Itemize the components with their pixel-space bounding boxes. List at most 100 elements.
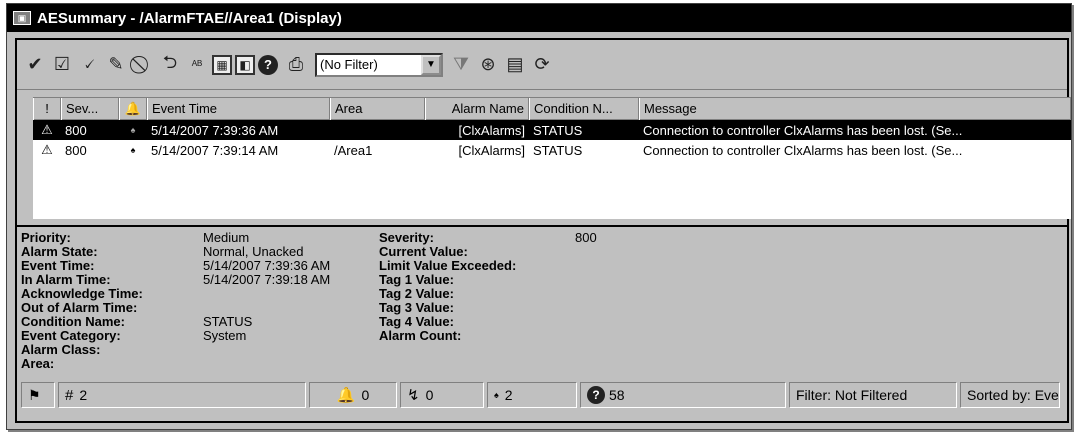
suppress-icon[interactable]: ⃠ [131,53,155,77]
col-header-area[interactable]: Area [330,98,425,120]
col-header-message[interactable]: Message [639,98,1071,120]
details-left-labels: Priority: Alarm State: Event Time: In Al… [21,231,143,371]
area-cell: /Area1 [334,142,373,158]
table-row[interactable]: ⚠ 800 ♠ 5/14/2007 7:39:36 AM [ClxAlarms]… [33,120,1071,140]
col-header-condition[interactable]: Condition N... [529,98,639,120]
warning-icon: ⚠ [41,142,53,157]
detail-value: STATUS [203,314,253,329]
detail-label: Severity: [379,230,434,245]
status-faulted: ↯ 0 [400,382,484,408]
print-icon[interactable]: ⎙ [284,53,308,77]
detail-label: Tag 4 Value: [379,314,454,329]
details-left-values: Medium Normal, Unacked 5/14/2007 7:39:36… [203,231,330,371]
chevron-down-icon[interactable]: ▼ [421,54,441,75]
detail-value [575,245,597,259]
detail-value [203,301,330,315]
severity-cell: 800 [65,142,87,158]
event-time-cell: 5/14/2007 7:39:36 AM [151,122,279,138]
silence-icon[interactable]: ✎ [104,53,128,77]
detail-label: Alarm State: [21,244,98,259]
filter-dropdown[interactable]: (No Filter) ▼ [315,52,443,77]
shelve-icon[interactable]: ⮌ [158,52,182,77]
detail-label: Event Time: [21,258,95,273]
status-flag-icon[interactable]: ⚑ [21,382,55,408]
details-right-values: 800 [575,231,597,343]
alarm-details-pane: Priority: Alarm State: Event Time: In Al… [17,225,1067,375]
condition-cell: STATUS [533,122,583,138]
help-icon[interactable]: ? [258,54,278,75]
status-faulted-count: 0 [425,387,434,403]
status-help-count: 58 [609,387,625,403]
detail-value [203,357,330,371]
detail-label: Condition Name: [21,314,125,329]
hash-icon: # [65,386,74,404]
detail-label: Tag 3 Value: [379,300,454,315]
detail-value [203,287,330,301]
detail-label: Alarm Class: [21,342,101,357]
alarm-summary-window: ▣ AESummary - /AlarmFTAE//Area1 (Display… [6,3,1072,430]
check-all-icon[interactable]: ☑ [50,53,74,77]
severity-cell: 800 [65,122,87,138]
col-header-event-time[interactable]: Event Time [147,98,330,120]
search-icon[interactable]: ⊛ [476,53,500,77]
table-row[interactable]: ⚠ 800 ♠ 5/14/2007 7:39:14 AM /Area1 [Clx… [33,140,1071,160]
acknowledge-icon[interactable]: ᴬᴮ [185,53,209,77]
status-bar: ⚑ # 2 🔔 0 ↯ 0 ♠ 2 ? 58 Filter: Not Filte… [17,380,1067,410]
check-page-icon[interactable]: 🗸 [77,53,101,77]
refresh-icon[interactable]: ⟳ [530,53,554,77]
grid-header: ! Sev... 🔔 Event Time Area Alarm Name Co… [33,98,1071,120]
status-total: # 2 [58,382,306,408]
detail-value: 5/14/2007 7:39:36 AM [203,258,331,273]
toolbar: ✔ ☑ 🗸 ✎ ⃠ ⮌ ᴬᴮ ▦ ◧ ? ⎙ (No Filter) ▼ ⧩ ⊛… [17,40,1067,90]
check-icon[interactable]: ✔ [23,53,47,77]
message-cell: Connection to controller ClxAlarms has b… [643,122,963,138]
detail-value [575,329,597,343]
detail-value: Medium [203,230,250,245]
alarm-name-cell: [ClxAlarms] [458,122,525,138]
alarm-grid[interactable]: ! Sev... 🔔 Event Time Area Alarm Name Co… [33,97,1071,219]
status-unacked: 🔔 0 [309,382,397,408]
detail-value [203,343,330,357]
col-header-priority[interactable]: ! [33,98,61,120]
status-in-alarm-count: 2 [504,387,513,403]
detail-value: Normal, Unacked [203,244,304,259]
filter-value: (No Filter) [320,57,378,72]
status-help: ? 58 [580,382,786,408]
detail-label: Event Category: [21,328,121,343]
calculator-icon[interactable]: ▦ [212,54,232,75]
window-title: AESummary - /AlarmFTAE//Area1 (Display) [37,9,342,27]
alarm-icon: ♠ [494,390,499,400]
detail-label: Out of Alarm Time: [21,300,138,315]
detail-label: Priority: [21,230,71,245]
app-icon: ▣ [13,11,31,25]
filter-funnel-icon[interactable]: ⧩ [449,53,473,77]
detail-value: 800 [575,230,597,245]
detail-label: Alarm Count: [379,328,462,343]
detail-label: Tag 1 Value: [379,272,454,287]
status-unacked-count: 0 [361,387,370,403]
alarm-summary-content: ✔ ☑ 🗸 ✎ ⃠ ⮌ ᴬᴮ ▦ ◧ ? ⎙ (No Filter) ▼ ⧩ ⊛… [15,38,1071,423]
col-header-severity[interactable]: Sev... [61,98,119,120]
col-header-alarm-name[interactable]: Alarm Name [425,98,529,120]
status-total-count: 2 [79,387,88,403]
detail-value [575,301,597,315]
alarm-name-cell: [ClxAlarms] [458,142,525,158]
help-icon: ? [587,386,605,404]
col-header-ack[interactable]: 🔔 [119,98,147,120]
condition-cell: STATUS [533,142,583,158]
message-cell: Connection to controller ClxAlarms has b… [643,142,963,158]
bell-icon: 🔔 [124,101,142,116]
title-bar[interactable]: ▣ AESummary - /AlarmFTAE//Area1 (Display… [7,4,1071,32]
list-icon[interactable]: ▤ [503,53,527,77]
properties-icon[interactable]: ◧ [235,54,255,75]
detail-label: Tag 2 Value: [379,286,454,301]
detail-label: Acknowledge Time: [21,286,143,301]
warning-icon: ⚠ [41,122,53,137]
detail-value [575,259,597,273]
status-filter: Filter: Not Filtered [789,382,957,408]
detail-value: System [203,328,247,343]
detail-label: Area: [21,356,55,371]
detail-label: Current Value: [379,244,468,259]
event-time-cell: 5/14/2007 7:39:14 AM [151,142,279,158]
ack-icon: ♠ [130,145,136,155]
